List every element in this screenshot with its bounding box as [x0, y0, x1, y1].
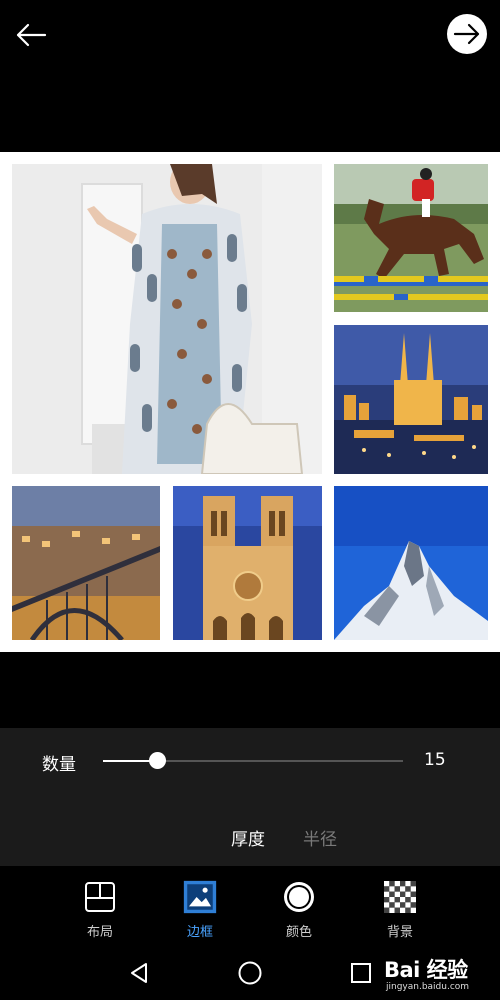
- collage-editor-screen: 数量 15 厚度 半径 布局 边框 颜色 背景 Bai 经验 jingyan.b…: [0, 0, 500, 1000]
- quantity-slider[interactable]: [103, 752, 403, 769]
- photo-collage: [0, 152, 500, 652]
- slider-label: 数量: [42, 755, 76, 775]
- toolbar-item-label: 颜色: [285, 925, 312, 940]
- slider-thumb[interactable]: [149, 752, 166, 769]
- circle-home-icon: [238, 961, 262, 985]
- arrow-left-icon: [16, 23, 47, 47]
- triangle-back-icon: [131, 963, 147, 983]
- layout-grid-icon: [83, 880, 117, 914]
- border-settings-panel: 数量 15 厚度 半径: [0, 728, 500, 866]
- collage-photo-cathedral-city[interactable]: [334, 325, 488, 474]
- toolbar-item-label: 边框: [186, 925, 213, 940]
- baidu-jingyan-watermark: Bai 经验 jingyan.baidu.com: [382, 950, 498, 998]
- collage-photo-horse[interactable]: [334, 164, 488, 312]
- collage-photo-notre-dame[interactable]: [173, 486, 322, 640]
- collage-photo-bridge[interactable]: [12, 486, 160, 640]
- next-button[interactable]: [447, 14, 487, 54]
- square-recents-icon: [351, 963, 371, 983]
- nav-home-button[interactable]: [235, 958, 265, 988]
- collage-photo-mountain[interactable]: [334, 486, 488, 640]
- toolbar-item-color[interactable]: 颜色: [264, 880, 334, 940]
- toolbar-item-layout[interactable]: 布局: [65, 880, 135, 940]
- nav-back-button[interactable]: [124, 958, 154, 988]
- toolbar-item-label: 布局: [86, 925, 113, 940]
- tab-thickness[interactable]: 厚度: [231, 825, 265, 850]
- collage-photo-woman[interactable]: [12, 164, 322, 474]
- toolbar-item-background[interactable]: 背景: [365, 880, 435, 940]
- arrow-right-icon: [453, 23, 480, 45]
- color-circle-icon: [282, 880, 316, 914]
- checkerboard-icon: [383, 880, 417, 914]
- watermark-url: jingyan.baidu.com: [386, 982, 470, 992]
- frame-image-icon: [183, 880, 217, 914]
- watermark-brand: Bai 经验: [384, 958, 468, 982]
- editor-toolbar: 布局 边框 颜色 背景: [0, 866, 500, 946]
- nav-recents-button[interactable]: [346, 958, 376, 988]
- tab-radius[interactable]: 半径: [303, 825, 337, 850]
- back-button[interactable]: [10, 14, 52, 56]
- toolbar-item-label: 背景: [386, 925, 413, 940]
- toolbar-item-frame[interactable]: 边框: [165, 880, 235, 940]
- slider-value: 15: [424, 750, 446, 770]
